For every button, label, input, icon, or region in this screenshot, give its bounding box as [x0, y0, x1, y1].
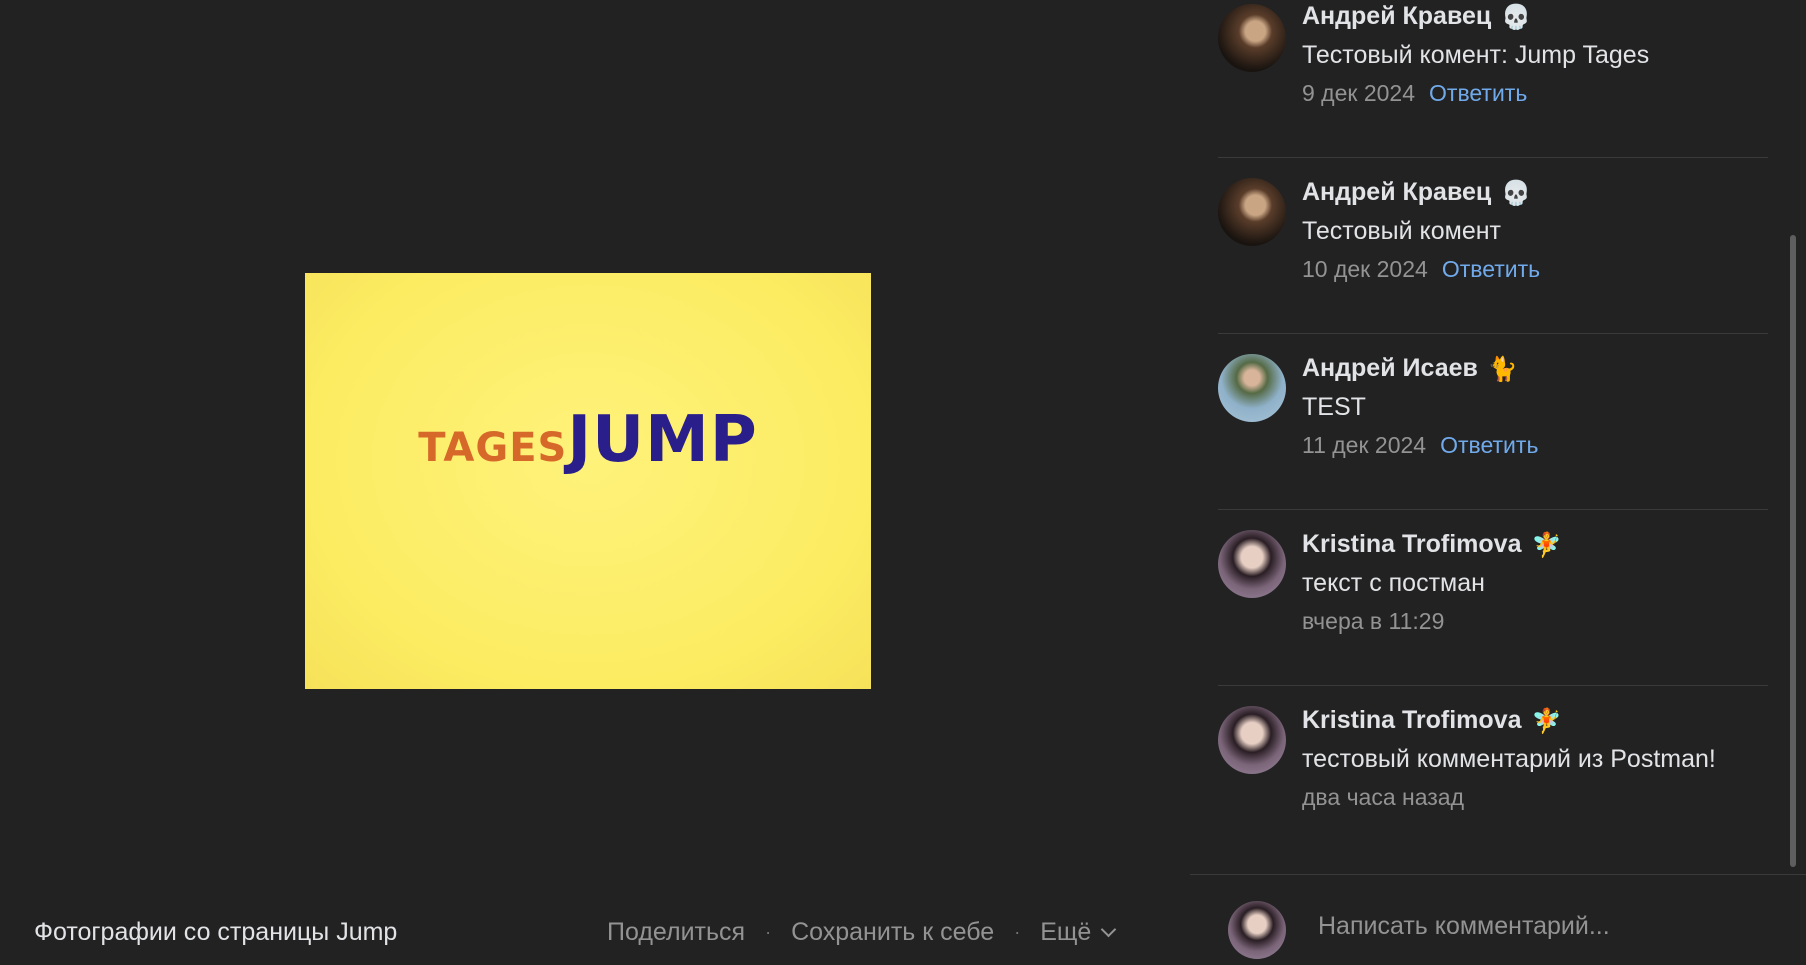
comment-date[interactable]: вчера в 11:29 [1302, 608, 1444, 634]
save-button[interactable]: Сохранить к себе [791, 918, 994, 947]
comment-item: Андрей Кравец 💀 Тестовый комент 10 дек 2… [1218, 158, 1768, 334]
avatar[interactable] [1218, 706, 1286, 774]
comment-text: Тестовый комент [1302, 217, 1501, 245]
comment-text: Тестовый комент: Jump Tages [1302, 41, 1650, 69]
photo-actions: Поделиться · Сохранить к себе · Ещё [607, 918, 1117, 947]
reply-button[interactable]: Ответить [1429, 80, 1527, 106]
comment-date[interactable]: 9 дек 2024 [1302, 80, 1415, 106]
comments-list: Андрей Кравец 💀 Тестовый комент: Jump Ta… [1218, 0, 1768, 861]
status-emoji-icon: 🧚 [1531, 706, 1562, 735]
comment-author[interactable]: Андрей Кравец [1302, 2, 1491, 31]
status-emoji-icon: 💀 [1501, 2, 1532, 31]
logo-tages-text: TAGES [418, 425, 568, 471]
reply-button[interactable]: Ответить [1440, 432, 1538, 458]
photo[interactable]: TAGESJUMP [305, 273, 871, 689]
tagesjump-logo: TAGESJUMP [305, 403, 871, 477]
comment-date[interactable]: 10 дек 2024 [1302, 256, 1428, 282]
current-user-avatar [1228, 901, 1286, 959]
separator: · [1014, 922, 1021, 942]
comments-panel: Андрей Кравец 💀 Тестовый комент: Jump Ta… [1190, 0, 1806, 964]
avatar[interactable] [1218, 354, 1286, 422]
comment-item: Андрей Кравец 💀 Тестовый комент: Jump Ta… [1218, 0, 1768, 158]
comment-item: Андрей Исаев 🐈 TEST 11 дек 2024 Ответить [1218, 334, 1768, 510]
comment-text: текст с постман [1302, 569, 1485, 597]
more-label: Ещё [1040, 918, 1092, 946]
logo-jump-text: JUMP [567, 403, 758, 477]
avatar[interactable] [1218, 4, 1286, 72]
avatar[interactable] [1218, 178, 1286, 246]
comment-author[interactable]: Андрей Кравец [1302, 178, 1491, 207]
separator: · [765, 922, 772, 942]
comment-item: Kristina Trofimova 🧚 тестовый комментари… [1218, 686, 1768, 861]
comment-author[interactable]: Андрей Исаев [1302, 354, 1478, 383]
comment-date[interactable]: два часа назад [1302, 784, 1464, 810]
reply-button[interactable]: Ответить [1442, 256, 1540, 282]
comment-item: Kristina Trofimova 🧚 текст с постман вче… [1218, 510, 1768, 686]
share-button[interactable]: Поделиться [607, 918, 745, 947]
chevron-down-icon [1101, 921, 1117, 938]
status-emoji-icon: 🧚 [1531, 530, 1562, 559]
comment-author[interactable]: Kristina Trofimova [1302, 706, 1522, 735]
comment-input[interactable] [1316, 905, 1770, 947]
comment-date[interactable]: 11 дек 2024 [1302, 432, 1426, 458]
avatar[interactable] [1218, 530, 1286, 598]
comment-author[interactable]: Kristina Trofimova [1302, 530, 1522, 559]
status-emoji-icon: 🐈 [1487, 354, 1518, 383]
more-button[interactable]: Ещё [1040, 918, 1117, 947]
status-emoji-icon: 💀 [1501, 178, 1532, 207]
comment-text: TEST [1302, 393, 1366, 421]
album-title-link[interactable]: Фотографии со страницы Jump [34, 918, 397, 947]
comments-scrollbar[interactable] [1790, 235, 1796, 867]
photo-viewer: TAGESJUMP Фотографии со страницы Jump По… [0, 0, 1190, 964]
comment-composer [1190, 874, 1806, 965]
comment-text: тестовый комментарий из Postman! [1302, 745, 1716, 773]
